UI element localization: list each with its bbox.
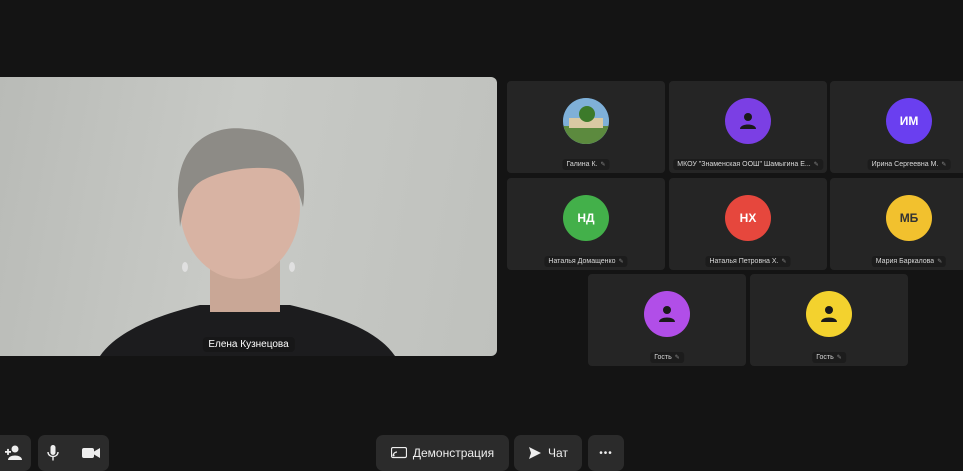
participant-tile[interactable]: Гость ✎	[588, 274, 746, 366]
person-icon	[740, 113, 756, 129]
main-speaker-video[interactable]: Елена Кузнецова	[0, 77, 497, 356]
add-user-icon	[4, 445, 22, 460]
participant-tile[interactable]: МКОУ "Знаменская ООШ" Шамыгина Е... ✎	[669, 81, 827, 173]
add-participant-button[interactable]	[0, 435, 31, 471]
participant-tile[interactable]: МБ Мария Баркалова ✎	[830, 178, 963, 270]
mic-off-icon: ✎	[781, 259, 787, 265]
mic-off-icon: ✎	[674, 355, 680, 361]
participant-tile[interactable]: НХ Наталья Петровна Х. ✎	[669, 178, 827, 270]
camera-icon[interactable]	[82, 447, 101, 459]
participant-tile[interactable]: Галина К. ✎	[507, 81, 665, 173]
more-button[interactable]: •••	[588, 435, 624, 471]
participant-name: Ирина Сергеевна М.	[871, 161, 939, 168]
person-icon	[659, 306, 675, 322]
participant-name: Наталья Петровна Х.	[709, 258, 779, 265]
mic-off-icon: ✎	[813, 162, 819, 168]
mic-off-icon: ✎	[618, 259, 624, 265]
participant-avatar	[806, 291, 852, 337]
participant-name: Гость	[816, 354, 834, 361]
speaker-image	[100, 128, 395, 356]
participant-tile[interactable]: Гость ✎	[750, 274, 908, 366]
participant-avatar: НД	[563, 195, 609, 241]
person-icon	[821, 306, 837, 322]
participant-avatar: ИМ	[886, 98, 932, 144]
more-dots-icon: •••	[599, 447, 613, 459]
screen-share-icon	[390, 446, 407, 458]
microphone-icon[interactable]	[47, 445, 59, 461]
chat-label: Чат	[548, 446, 568, 460]
mic-off-icon: ✎	[836, 355, 842, 361]
participant-tile[interactable]: ИМ Ирина Сергеевна М. ✎	[830, 81, 963, 173]
media-controls	[38, 435, 109, 471]
chat-button[interactable]: Чат	[514, 435, 582, 471]
send-icon	[529, 447, 542, 459]
mic-off-icon: ✎	[937, 259, 943, 265]
participant-name: Галина К.	[566, 161, 598, 168]
mic-off-icon: ✎	[600, 162, 606, 168]
participant-avatar	[644, 291, 690, 337]
screen-share-button[interactable]: Демонстрация	[376, 435, 509, 471]
mic-off-icon: ✎	[941, 162, 947, 168]
main-speaker-name: Елена Кузнецова	[202, 337, 295, 352]
screen-share-label: Демонстрация	[412, 446, 495, 460]
participant-name: Наталья Домащенко	[548, 258, 616, 265]
participant-avatar: НХ	[725, 195, 771, 241]
participant-avatar: МБ	[886, 195, 932, 241]
participant-name: Мария Баркалова	[875, 258, 935, 265]
participant-photo	[563, 98, 609, 144]
participant-name: Гость	[654, 354, 672, 361]
participant-tile[interactable]: НД Наталья Домащенко ✎	[507, 178, 665, 270]
participant-name: МКОУ "Знаменская ООШ" Шамыгина Е...	[677, 161, 811, 168]
participant-avatar	[725, 98, 771, 144]
